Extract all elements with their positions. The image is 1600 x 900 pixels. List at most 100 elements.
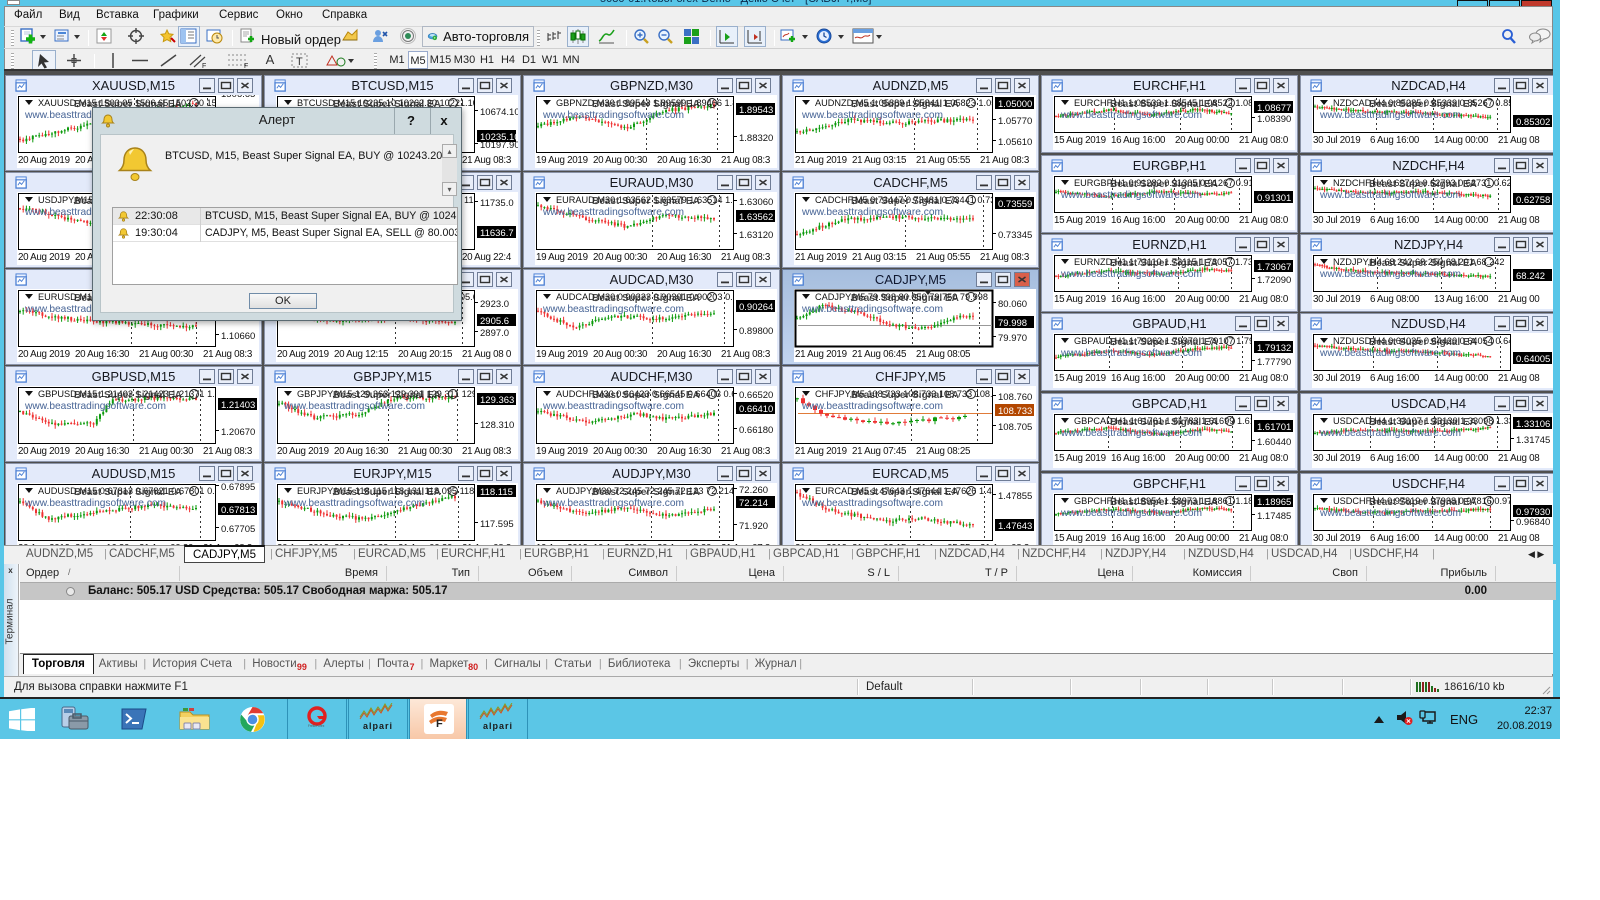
svg-text:16 Aug 16:00: 16 Aug 16:00 — [1111, 294, 1166, 305]
svg-text:www.beasttradingsoftware.com: www.beasttradingsoftware.com — [1060, 190, 1202, 201]
svg-text:20 Aug 2019: 20 Aug 2019 — [277, 446, 329, 457]
svg-text:Beast Super Signal EA: Beast Super Signal EA — [74, 487, 182, 498]
svg-text:Beast Super Signal EA: Beast Super Signal EA — [1369, 497, 1477, 508]
svg-text:Beast Super Signal EA: Beast Super Signal EA — [1369, 417, 1477, 428]
svg-text:1.21403: 1.21403 — [221, 400, 255, 411]
svg-text:www.beasttradingsoftware.com: www.beasttradingsoftware.com — [801, 304, 943, 315]
svg-text:20 Aug 12:15: 20 Aug 12:15 — [334, 349, 389, 360]
svg-text:1.79132: 1.79132 — [1257, 343, 1291, 354]
svg-text:15 Aug 2019: 15 Aug 2019 — [1054, 373, 1106, 384]
svg-text:30 Jul 2019: 30 Jul 2019 — [1313, 453, 1360, 464]
svg-text:1.63562: 1.63562 — [739, 212, 773, 223]
svg-text:15 Aug 2019: 15 Aug 2019 — [1054, 294, 1106, 305]
svg-text:20 Aug 16:30: 20 Aug 16:30 — [657, 155, 712, 166]
svg-text:14 Aug 00:00: 14 Aug 00:00 — [1434, 533, 1489, 544]
svg-text:20 Aug 16:30: 20 Aug 16:30 — [75, 446, 130, 457]
svg-text:1.17485: 1.17485 — [1257, 511, 1291, 522]
svg-text:13 Aug 16:00: 13 Aug 16:00 — [1434, 294, 1489, 305]
svg-text:www.beasttradingsoftware.com: www.beasttradingsoftware.com — [24, 401, 166, 412]
svg-text:Beast Super Signal EA: Beast Super Signal EA — [592, 293, 700, 304]
svg-text:0.90264: 0.90264 — [739, 302, 773, 313]
svg-text:16 Aug 16:00: 16 Aug 16:00 — [1111, 373, 1166, 384]
svg-text:20 Aug 16:30: 20 Aug 16:30 — [334, 446, 389, 457]
svg-text:16 Aug 16:00: 16 Aug 16:00 — [1111, 453, 1166, 464]
svg-text:Beast Super Signal EA: Beast Super Signal EA — [592, 99, 700, 110]
svg-text:19 Aug 2019: 19 Aug 2019 — [536, 349, 588, 360]
svg-text:T: T — [296, 56, 303, 68]
svg-text:21 Aug 2019: 21 Aug 2019 — [795, 349, 847, 360]
svg-text:20 Aug 16:30: 20 Aug 16:30 — [75, 349, 130, 360]
svg-text:21 Aug 2019: 21 Aug 2019 — [795, 446, 847, 457]
svg-text:www.beasttradingsoftware.com: www.beasttradingsoftware.com — [801, 498, 943, 509]
svg-text:20 Aug 00:00: 20 Aug 00:00 — [1175, 453, 1230, 464]
svg-text:1.63060: 1.63060 — [739, 197, 773, 208]
svg-text:21 Aug 08:3: 21 Aug 08:3 — [462, 155, 512, 166]
svg-text:www.beasttradingsoftware.com: www.beasttradingsoftware.com — [24, 498, 166, 509]
svg-text:1.08677: 1.08677 — [1257, 103, 1291, 114]
svg-text:21 Aug 2019: 21 Aug 2019 — [795, 155, 847, 166]
svg-text:21 Aug 08:3: 21 Aug 08:3 — [721, 446, 771, 457]
svg-text:6 Aug 16:00: 6 Aug 16:00 — [1370, 215, 1420, 226]
svg-text:20 Aug 00:30: 20 Aug 00:30 — [593, 155, 648, 166]
svg-text:20 Aug 2019: 20 Aug 2019 — [277, 349, 329, 360]
svg-text:1.72090: 1.72090 — [1257, 275, 1291, 286]
svg-text:21 Aug 08:05: 21 Aug 08:05 — [916, 349, 971, 360]
svg-text:0.85302: 0.85302 — [1516, 117, 1550, 128]
svg-text:1.05000: 1.05000 — [998, 99, 1032, 110]
svg-text:Beast Super Signal EA: Beast Super Signal EA — [851, 390, 959, 401]
svg-text:21 Aug 08:3: 21 Aug 08:3 — [721, 252, 771, 263]
svg-text:www.beasttradingsoftware.com: www.beasttradingsoftware.com — [801, 207, 943, 218]
svg-text:21 Aug 05:55: 21 Aug 05:55 — [916, 252, 971, 263]
svg-text:21 Aug 08: 21 Aug 08 — [1498, 373, 1540, 384]
svg-text:0.73559: 0.73559 — [998, 199, 1032, 210]
svg-text:www.beasttradingsoftware.com: www.beasttradingsoftware.com — [542, 498, 684, 509]
svg-text:21 Aug 08: 21 Aug 08 — [1498, 135, 1540, 146]
svg-text:21 Aug 08:25: 21 Aug 08:25 — [916, 446, 971, 457]
svg-text:20 Aug 00:00: 20 Aug 00:00 — [1175, 294, 1230, 305]
svg-text:0.67813: 0.67813 — [221, 505, 255, 516]
svg-text:19 Aug 2019: 19 Aug 2019 — [536, 155, 588, 166]
svg-text:0.91301: 0.91301 — [1257, 193, 1291, 204]
svg-text:FreshForex: FreshForex — [308, 724, 325, 728]
svg-text:11636.7: 11636.7 — [480, 228, 514, 239]
svg-text:80.060: 80.060 — [998, 299, 1027, 310]
svg-text:1.05610: 1.05610 — [998, 137, 1032, 148]
svg-text:1.60440: 1.60440 — [1257, 437, 1291, 448]
svg-text:1.61701: 1.61701 — [1257, 422, 1291, 433]
svg-text:Beast Super Signal EA: Beast Super Signal EA — [592, 390, 700, 401]
svg-text:21 Aug 08: 21 Aug 08 — [1498, 533, 1540, 544]
svg-text:www.beasttradingsoftware.com: www.beasttradingsoftware.com — [1060, 348, 1202, 359]
svg-text:15 Aug 2019: 15 Aug 2019 — [1054, 135, 1106, 146]
svg-text:1.47855: 1.47855 — [998, 491, 1032, 502]
svg-text:21 Aug 08:0: 21 Aug 08:0 — [1239, 453, 1289, 464]
svg-text:21 Aug 07:45: 21 Aug 07:45 — [852, 446, 907, 457]
svg-text:1.10660: 1.10660 — [221, 331, 255, 342]
svg-text:1.77790: 1.77790 — [1257, 357, 1291, 368]
svg-text:117.595: 117.595 — [480, 519, 514, 530]
svg-text:21 Aug 08:0: 21 Aug 08:0 — [1239, 294, 1289, 305]
svg-text:128.310: 128.310 — [480, 420, 514, 431]
svg-text:20 Aug 00:30: 20 Aug 00:30 — [593, 349, 648, 360]
svg-text:Beast Super Signal EA: Beast Super Signal EA — [851, 196, 959, 207]
svg-text:F: F — [436, 718, 443, 730]
svg-text:129.363: 129.363 — [480, 395, 514, 406]
svg-text:www.beasttradingsoftware.com: www.beasttradingsoftware.com — [1319, 190, 1461, 201]
svg-text:20 Aug 16:30: 20 Aug 16:30 — [657, 349, 712, 360]
svg-text:15 Aug 2019: 15 Aug 2019 — [1054, 215, 1106, 226]
svg-text:30 Jul 2019: 30 Jul 2019 — [1313, 373, 1360, 384]
svg-text:0.67895: 0.67895 — [221, 483, 255, 493]
svg-text:www.beasttradingsoftware.com: www.beasttradingsoftware.com — [542, 207, 684, 218]
svg-text:20 Aug 00:00: 20 Aug 00:00 — [1175, 135, 1230, 146]
svg-text:www.beasttradingsoftware.com: www.beasttradingsoftware.com — [1319, 269, 1461, 280]
svg-text:www.beasttradingsoftware.com: www.beasttradingsoftware.com — [1319, 348, 1461, 359]
svg-text:0.66410: 0.66410 — [739, 404, 773, 415]
svg-text:www.beasttradingsoftware.com: www.beasttradingsoftware.com — [1060, 508, 1202, 519]
svg-text:21 Aug 08:3: 21 Aug 08:3 — [462, 446, 512, 457]
svg-text:www.beasttradingsoftware.com: www.beasttradingsoftware.com — [801, 401, 943, 412]
svg-text:71.920: 71.920 — [739, 521, 768, 532]
svg-text:21 Aug 08:3: 21 Aug 08:3 — [203, 446, 253, 457]
svg-text:19 Aug 2019: 19 Aug 2019 — [536, 446, 588, 457]
svg-text:20 Aug 00:00: 20 Aug 00:00 — [1175, 533, 1230, 544]
svg-text:20 Aug 20:15: 20 Aug 20:15 — [398, 349, 453, 360]
svg-text:20 Aug 00:30: 20 Aug 00:30 — [593, 252, 648, 263]
